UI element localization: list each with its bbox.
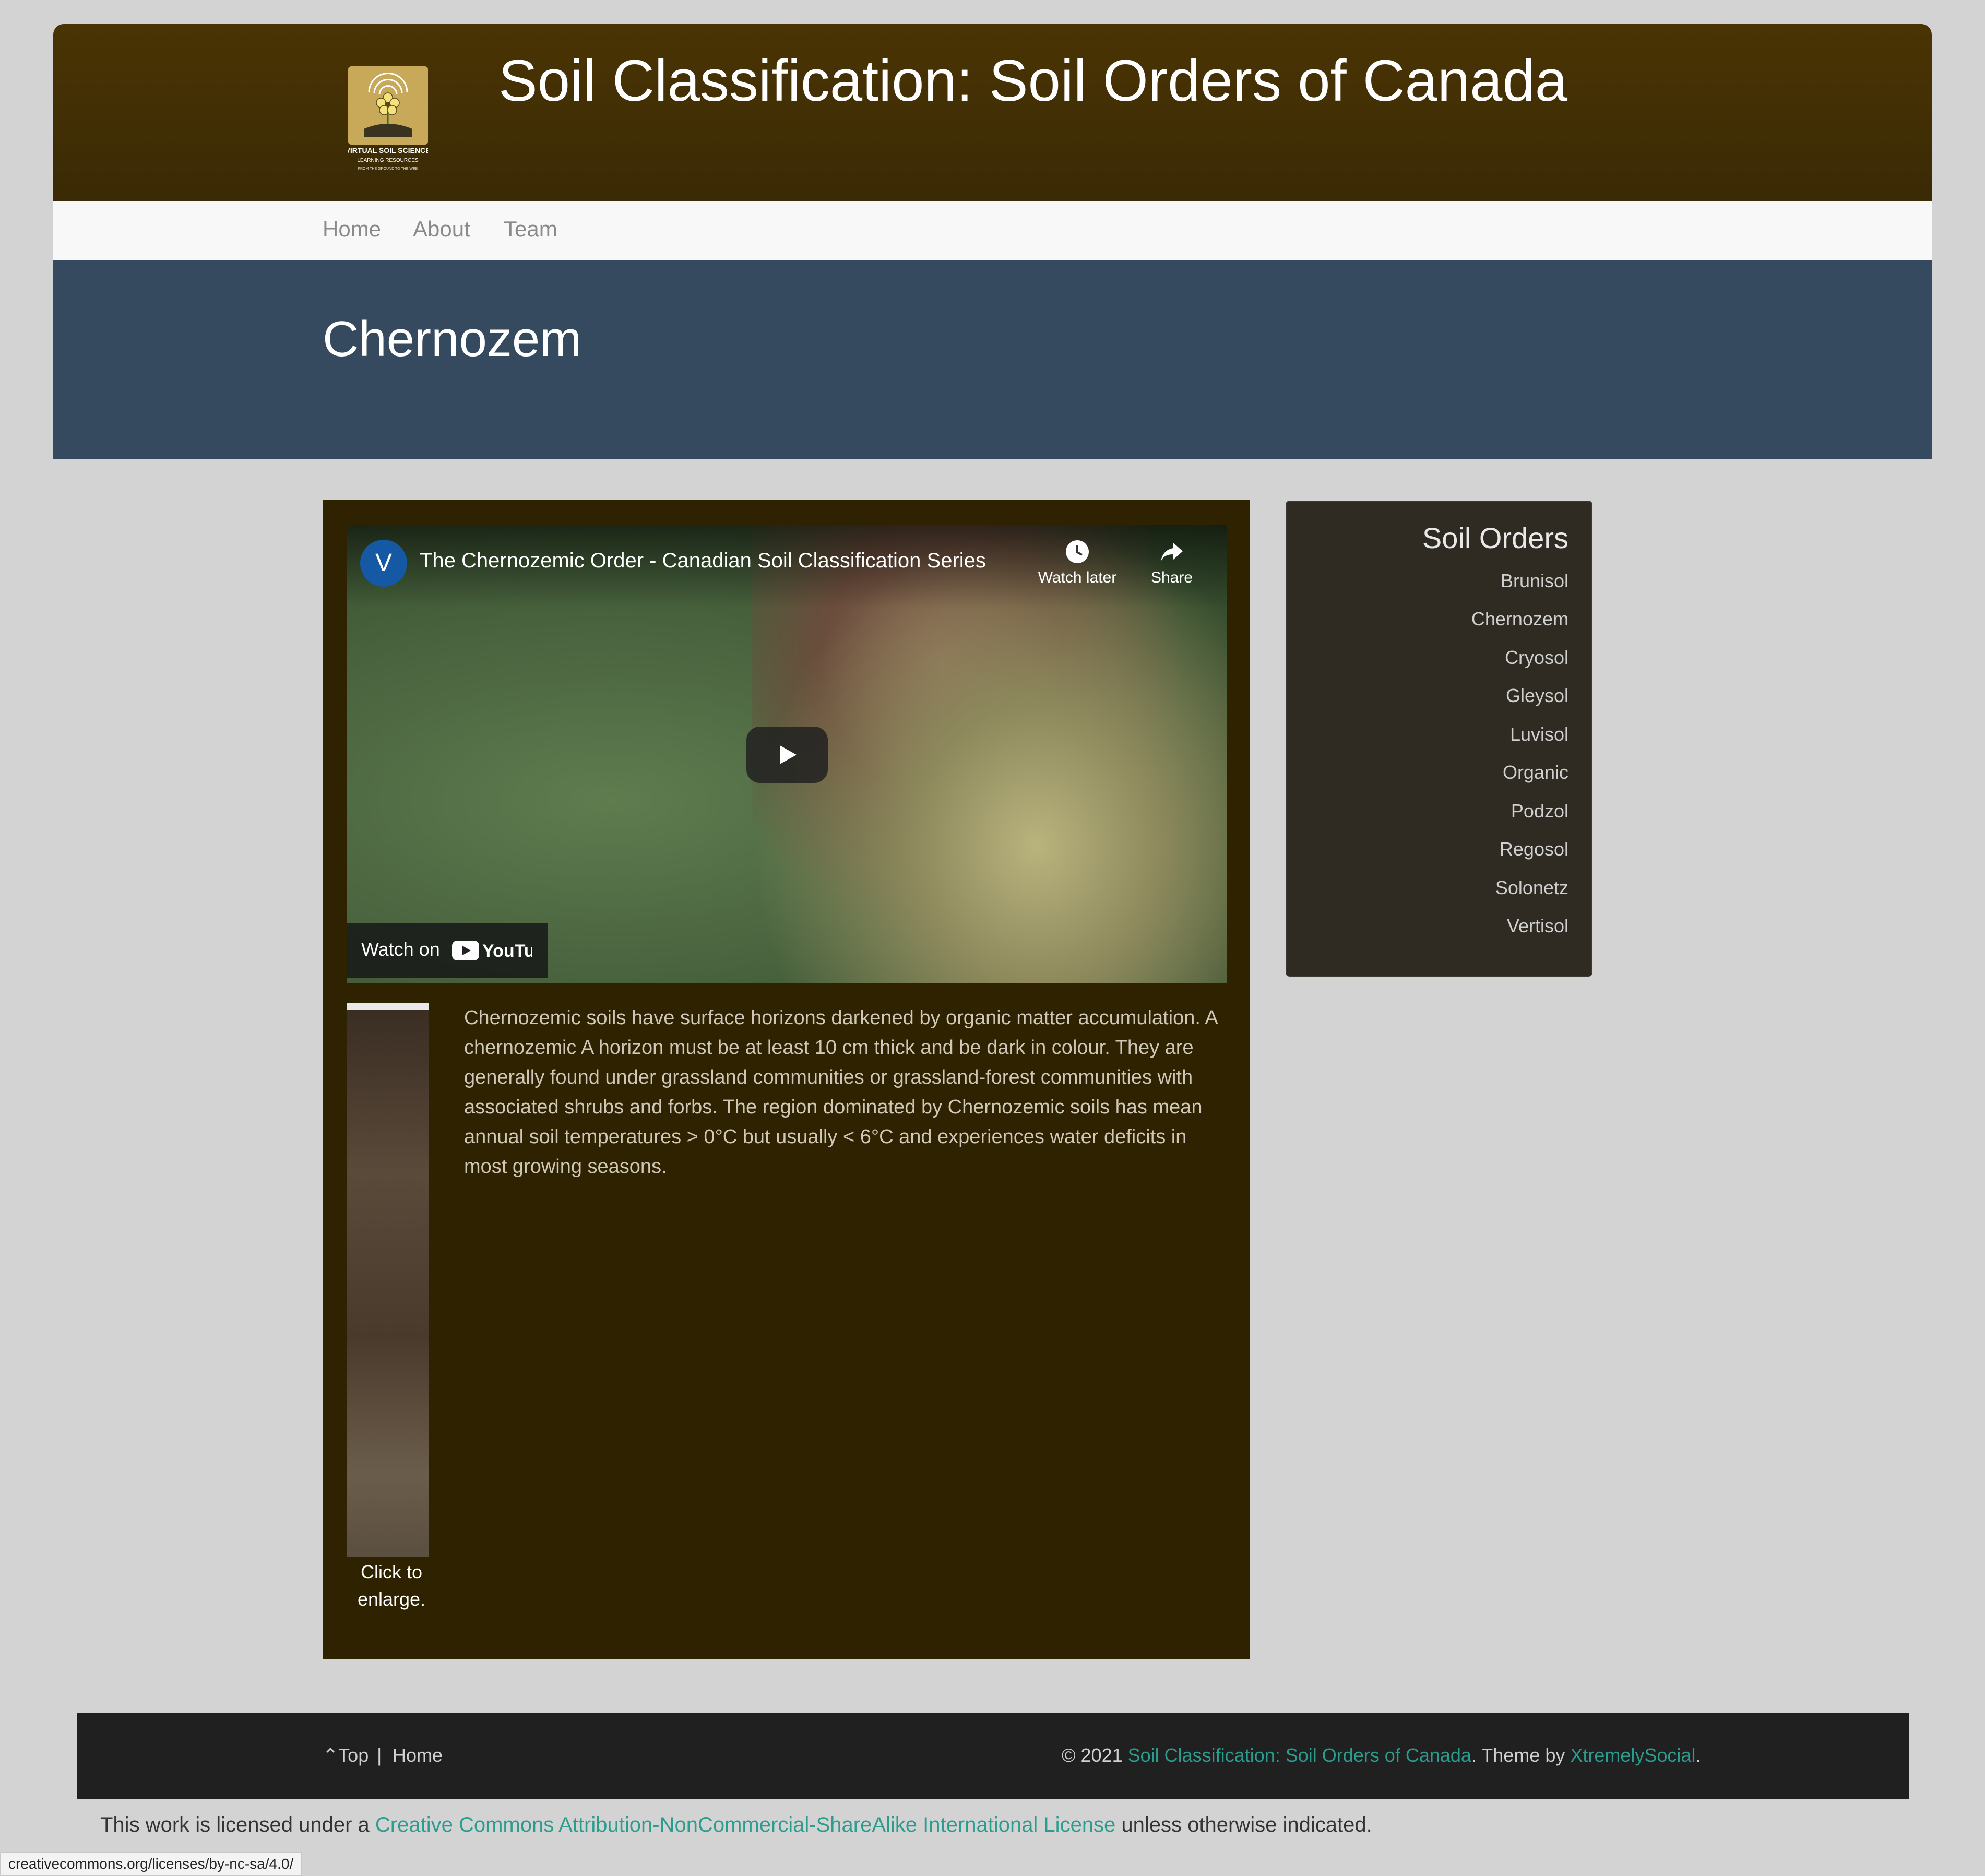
svg-text:LEARNING RESOURCES: LEARNING RESOURCES: [357, 158, 419, 163]
footer-end: .: [1695, 1744, 1701, 1766]
copyright-prefix: © 2021: [1062, 1744, 1128, 1766]
sidebar-item-cryosol[interactable]: Cryosol: [1289, 647, 1568, 669]
clock-icon: [1066, 540, 1089, 563]
video-title[interactable]: The Chernozemic Order - Canadian Soil Cl…: [420, 549, 986, 573]
watch-later-button[interactable]: Watch later: [1036, 539, 1119, 587]
sidebar-item-organic[interactable]: Organic: [1289, 762, 1568, 783]
sidebar-item-regosol[interactable]: Regosol: [1289, 838, 1568, 860]
nav-item-team[interactable]: Team: [504, 217, 557, 242]
virtual-soil-science-logo[interactable]: VIRTUAL SOIL SCIENCE LEARNING RESOURCES …: [348, 66, 428, 175]
sidebar-item-podzol[interactable]: Podzol: [1289, 800, 1568, 822]
license-prefix: This work is licensed under a: [100, 1813, 375, 1836]
top-label: Top: [338, 1744, 369, 1766]
youtube-logo-icon: YouTube: [452, 941, 532, 961]
footer-copyright: © 2021 Soil Classification: Soil Orders …: [1062, 1744, 1701, 1766]
theme-text: . Theme by: [1471, 1744, 1571, 1766]
sidebar-item-luvisol[interactable]: Luvisol: [1289, 723, 1568, 745]
back-to-top-link[interactable]: ⌃Top: [323, 1744, 369, 1766]
site-title[interactable]: Soil Classification: Soil Orders of Cana…: [498, 47, 1567, 114]
footer-home-link[interactable]: Home: [393, 1744, 443, 1766]
share-icon: [1161, 543, 1183, 562]
sidebar-item-brunisol[interactable]: Brunisol: [1289, 570, 1568, 592]
sidebar-item-solonetz[interactable]: Solonetz: [1289, 877, 1568, 899]
watch-later-label: Watch later: [1038, 569, 1117, 586]
footer-site-link[interactable]: Soil Classification: Soil Orders of Cana…: [1128, 1744, 1471, 1766]
license-suffix: unless otherwise indicated.: [1115, 1813, 1372, 1836]
svg-text:YouTube: YouTube: [482, 941, 532, 961]
svg-text:VIRTUAL SOIL SCIENCE: VIRTUAL SOIL SCIENCE: [348, 146, 428, 155]
license-link[interactable]: Creative Commons Attribution-NonCommerci…: [375, 1813, 1115, 1836]
sidebar-item-vertisol[interactable]: Vertisol: [1289, 915, 1568, 937]
share-label: Share: [1150, 569, 1193, 586]
nav-item-home[interactable]: Home: [323, 217, 381, 242]
nav-item-about[interactable]: About: [413, 217, 470, 242]
license-notice: This work is licensed under a Creative C…: [100, 1813, 1372, 1837]
status-bar-url: creativecommons.org/licenses/by-nc-sa/4.…: [0, 1852, 302, 1876]
watch-on-label: Watch on: [361, 939, 440, 960]
sidebar-item-gleysol[interactable]: Gleysol: [1289, 685, 1568, 707]
footer-separator: |: [377, 1744, 382, 1766]
page-title: Chernozem: [323, 311, 582, 367]
theme-author-link[interactable]: XtremelySocial: [1570, 1744, 1695, 1766]
play-icon: [780, 745, 797, 764]
sidebar-title: Soil Orders: [1422, 521, 1568, 554]
chernozem-description: Chernozemic soils have surface horizons …: [464, 1007, 1217, 1178]
play-button[interactable]: [746, 727, 828, 783]
share-button[interactable]: Share: [1143, 539, 1200, 587]
svg-text:FROM THE GROUND TO THE WEB: FROM THE GROUND TO THE WEB: [358, 167, 418, 171]
sidebar-item-chernozem[interactable]: Chernozem: [1289, 608, 1568, 630]
channel-avatar[interactable]: V: [360, 540, 407, 587]
soil-profile-image[interactable]: [347, 1003, 429, 1557]
image-caption: Click to enlarge.: [357, 1561, 426, 1610]
chevron-up-icon: ⌃: [323, 1744, 339, 1766]
